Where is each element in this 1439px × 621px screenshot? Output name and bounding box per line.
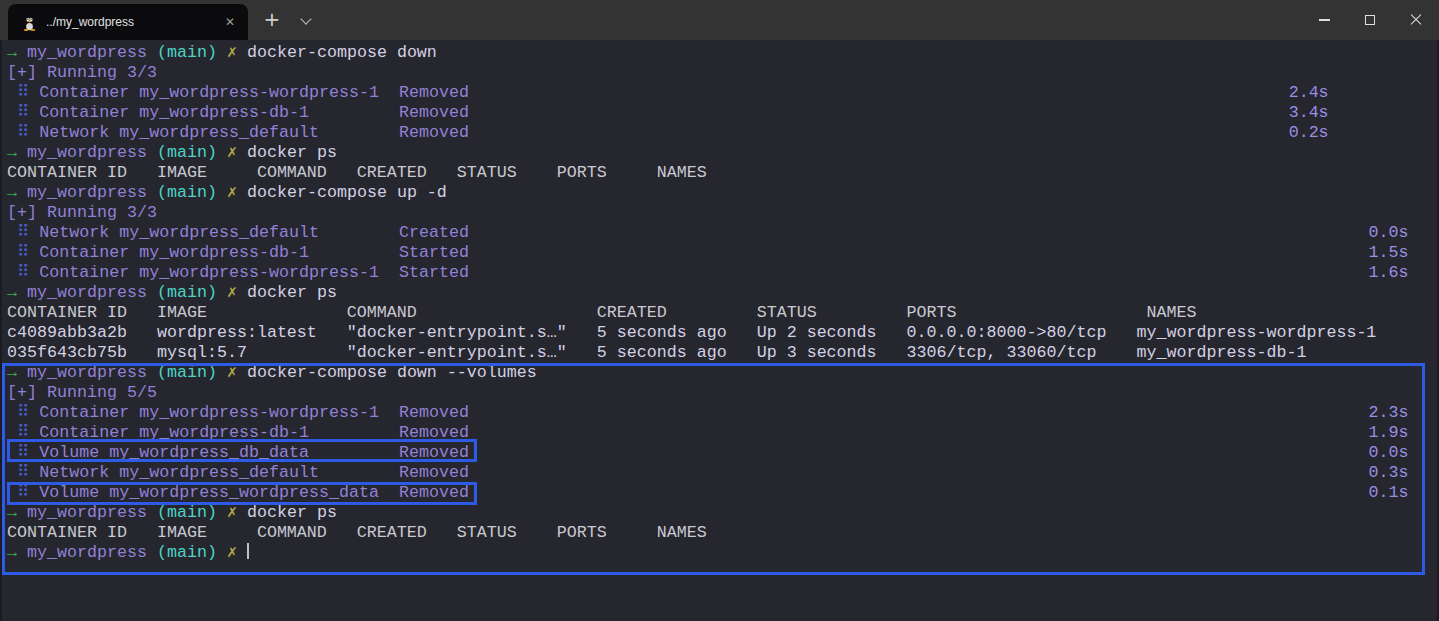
highlight-box-volume-wordpress-data	[7, 482, 477, 505]
terminal-line: [+] Running 3/3	[7, 203, 1439, 223]
minimize-button[interactable]	[1301, 0, 1347, 40]
window-controls	[1301, 0, 1439, 40]
terminal-line: → my_wordpress (main) ✗ docker-compose u…	[7, 183, 1439, 203]
terminal-line: [+] Running 3/3	[7, 63, 1439, 83]
terminal-line: ⠿ Network my_wordpress_default Created 0…	[7, 223, 1439, 243]
close-button[interactable]	[1393, 0, 1439, 40]
terminal-line: ⠿ Container my_wordpress-wordpress-1 Rem…	[7, 83, 1439, 103]
terminal-line: 035f643cb75b mysql:5.7 "docker-entrypoin…	[7, 343, 1439, 363]
minimize-icon	[1319, 19, 1330, 20]
title-bar: ../my_wordpress ✕ +	[0, 0, 1439, 40]
terminal-line: ⠿ Network my_wordpress_default Removed 0…	[7, 123, 1439, 143]
highlight-box-volume-db-data	[7, 439, 477, 462]
terminal-tab[interactable]: ../my_wordpress ✕	[8, 4, 248, 40]
highlight-box-command-block	[2, 363, 1425, 575]
tab-close-icon[interactable]: ✕	[220, 12, 240, 32]
terminal-line: → my_wordpress (main) ✗ docker ps	[7, 283, 1439, 303]
tab-dropdown-button[interactable]	[296, 12, 316, 28]
terminal-line: CONTAINER ID IMAGE COMMAND CREATED STATU…	[7, 303, 1439, 323]
tab-title: ../my_wordpress	[46, 15, 134, 29]
chevron-down-icon	[300, 13, 311, 24]
terminal-line: → my_wordpress (main) ✗ docker ps	[7, 143, 1439, 163]
terminal-line: c4089abb3a2b wordpress:latest "docker-en…	[7, 323, 1439, 343]
terminal-line: → my_wordpress (main) ✗ docker-compose d…	[7, 43, 1439, 63]
maximize-icon	[1365, 15, 1375, 25]
tux-penguin-icon	[22, 14, 37, 31]
terminal-line: ⠿ Container my_wordpress-wordpress-1 Sta…	[7, 263, 1439, 283]
new-tab-button[interactable]: +	[260, 8, 284, 32]
maximize-button[interactable]	[1347, 0, 1393, 40]
terminal-line: ⠿ Container my_wordpress-db-1 Removed 3.…	[7, 103, 1439, 123]
close-icon	[1410, 14, 1422, 26]
terminal-line: CONTAINER ID IMAGE COMMAND CREATED STATU…	[7, 163, 1439, 183]
terminal-line: ⠿ Container my_wordpress-db-1 Started 1.…	[7, 243, 1439, 263]
